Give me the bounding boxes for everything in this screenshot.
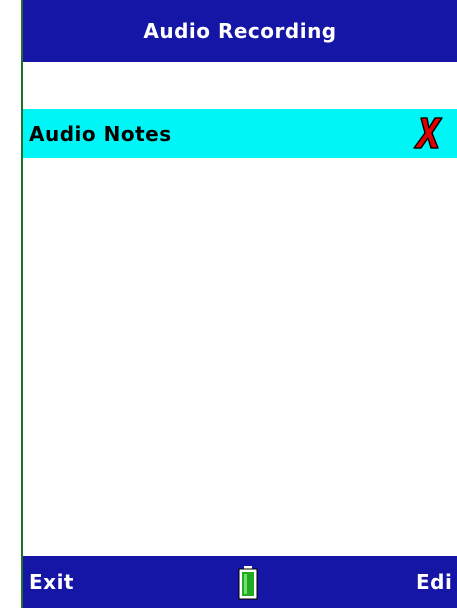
title-bar: Audio Recording [23, 0, 457, 62]
phone-screen: Audio Recording Audio Notes Exit Edi [0, 0, 457, 608]
exit-softkey[interactable]: Exit [29, 556, 74, 608]
softkey-bar: Exit Edi [23, 556, 457, 608]
page-title: Audio Recording [143, 19, 337, 43]
recording-list: Audio Notes [23, 62, 457, 556]
list-item-label: Audio Notes [29, 121, 172, 146]
red-x-icon [413, 117, 443, 149]
battery-icon [238, 566, 258, 600]
list-item-audio-notes[interactable]: Audio Notes [23, 109, 457, 158]
edit-softkey[interactable]: Edi [416, 556, 452, 608]
